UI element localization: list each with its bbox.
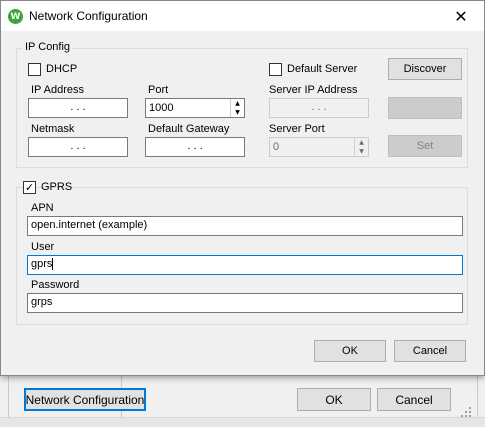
user-input[interactable]: gprs xyxy=(27,255,463,275)
gprs-label: GPRS xyxy=(41,181,73,193)
dhcp-checkbox[interactable] xyxy=(28,63,41,76)
server-port-spin-arrows[interactable]: ▲ ▼ xyxy=(354,138,368,156)
port-label: Port xyxy=(148,84,169,96)
server-ip-input[interactable]: . . . xyxy=(269,98,369,118)
parent-ok-button[interactable]: OK xyxy=(297,388,371,411)
set-button[interactable]: Set xyxy=(388,135,462,157)
spin-down-icon[interactable]: ▼ xyxy=(355,147,368,156)
password-label: Password xyxy=(31,279,80,291)
app-logo-icon: W xyxy=(8,9,23,24)
cancel-button[interactable]: Cancel xyxy=(394,340,466,362)
apn-label: APN xyxy=(31,202,54,214)
server-port-label: Server Port xyxy=(269,123,325,135)
dialog-title: Network Configuration xyxy=(29,9,148,23)
title-bar[interactable]: W Network Configuration ✕ xyxy=(1,1,484,31)
port-value: 1000 xyxy=(149,102,174,114)
ip-config-legend: IP Config xyxy=(23,41,73,53)
gprs-checkbox[interactable]: ✓ xyxy=(23,181,36,194)
default-gateway-input[interactable]: . . . xyxy=(145,137,245,157)
ip-address-input[interactable]: . . . xyxy=(28,98,128,118)
default-server-label: Default Server xyxy=(287,63,358,75)
discover-button[interactable]: Discover xyxy=(388,58,462,80)
spin-down-icon[interactable]: ▼ xyxy=(231,108,244,117)
netmask-input[interactable]: . . . xyxy=(28,137,128,157)
network-configuration-dialog: W Network Configuration ✕ IP Config DHCP… xyxy=(0,0,485,376)
spin-up-icon[interactable]: ▲ xyxy=(355,138,368,147)
port-spinner[interactable]: 1000 ▲ ▼ xyxy=(145,98,245,118)
default-server-checkbox[interactable] xyxy=(269,63,282,76)
user-label: User xyxy=(31,241,55,253)
password-input[interactable]: grps xyxy=(27,293,463,313)
default-gateway-label: Default Gateway xyxy=(148,123,230,135)
user-value: gprs xyxy=(31,258,53,270)
server-ip-label: Server IP Address xyxy=(269,84,358,96)
parent-cancel-button[interactable]: Cancel xyxy=(377,388,451,411)
port-spin-arrows[interactable]: ▲ ▼ xyxy=(230,99,244,117)
parent-status-strip xyxy=(0,417,485,427)
server-port-spinner[interactable]: 0 ▲ ▼ xyxy=(269,137,369,157)
apn-input[interactable]: open.internet (example) xyxy=(27,216,463,236)
resize-grip-icon[interactable] xyxy=(461,407,471,417)
dhcp-label: DHCP xyxy=(46,63,78,75)
close-icon[interactable]: ✕ xyxy=(438,1,484,31)
ip-address-label: IP Address xyxy=(31,84,84,96)
netmask-label: Netmask xyxy=(31,123,75,135)
text-caret xyxy=(52,258,54,271)
spin-up-icon[interactable]: ▲ xyxy=(231,99,244,108)
server-port-value: 0 xyxy=(273,141,280,153)
blank-disabled-button xyxy=(388,97,462,119)
ok-button[interactable]: OK xyxy=(314,340,386,362)
network-configuration-button[interactable]: Network Configuration xyxy=(24,388,146,411)
